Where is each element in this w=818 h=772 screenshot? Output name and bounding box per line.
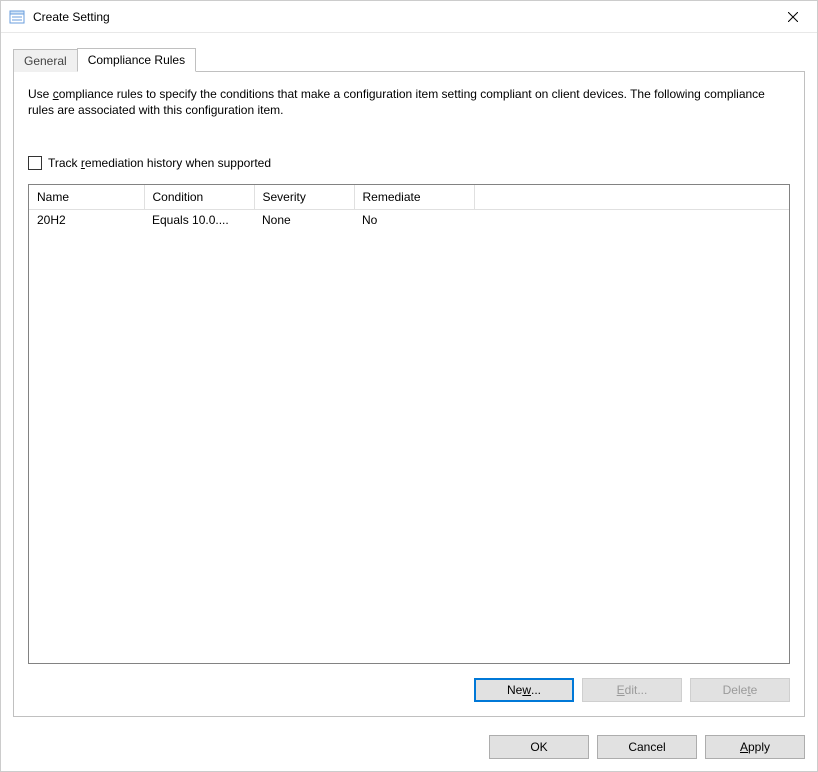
col-name[interactable]: Name xyxy=(29,185,144,210)
new-button[interactable]: New... xyxy=(474,678,574,702)
edit-button: Edit... xyxy=(582,678,682,702)
col-remediate[interactable]: Remediate xyxy=(354,185,474,210)
track-remediation-label: Track remediation history when supported xyxy=(48,156,271,170)
apply-button[interactable]: Apply xyxy=(705,735,805,759)
table-row[interactable]: 20H2 Equals 10.0.... None No xyxy=(29,210,789,231)
app-icon xyxy=(9,9,25,25)
rules-table: Name Condition Severity Remediate 20H2 E… xyxy=(29,185,789,230)
rules-table-container: Name Condition Severity Remediate 20H2 E… xyxy=(28,184,790,664)
tab-compliance-rules[interactable]: Compliance Rules xyxy=(77,48,196,72)
ok-button[interactable]: OK xyxy=(489,735,589,759)
titlebar: Create Setting xyxy=(1,1,817,33)
desc-post: ompliance rules to specify the condition… xyxy=(28,87,765,117)
cell-remediate: No xyxy=(354,210,474,231)
panel-button-row: New... Edit... Delete xyxy=(28,678,790,702)
table-header-row: Name Condition Severity Remediate xyxy=(29,185,789,210)
cell-condition: Equals 10.0.... xyxy=(144,210,254,231)
tabstrip: General Compliance Rules xyxy=(13,47,805,71)
desc-pre: Use xyxy=(28,87,53,101)
dialog-button-row: OK Cancel Apply xyxy=(1,725,817,771)
col-spacer xyxy=(474,185,789,210)
cancel-button[interactable]: Cancel xyxy=(597,735,697,759)
cell-severity: None xyxy=(254,210,354,231)
panel-description: Use compliance rules to specify the cond… xyxy=(28,86,790,118)
delete-button: Delete xyxy=(690,678,790,702)
track-remediation-row[interactable]: Track remediation history when supported xyxy=(28,156,790,170)
tab-panel-compliance: Use compliance rules to specify the cond… xyxy=(13,71,805,717)
close-icon xyxy=(788,12,798,22)
close-button[interactable] xyxy=(770,2,815,32)
window-title: Create Setting xyxy=(33,10,770,24)
col-condition[interactable]: Condition xyxy=(144,185,254,210)
dialog-content: General Compliance Rules Use compliance … xyxy=(1,33,817,725)
tab-general[interactable]: General xyxy=(13,49,78,72)
dialog-window: Create Setting General Compliance Rules … xyxy=(0,0,818,772)
track-remediation-checkbox[interactable] xyxy=(28,156,42,170)
cell-name: 20H2 xyxy=(29,210,144,231)
col-severity[interactable]: Severity xyxy=(254,185,354,210)
